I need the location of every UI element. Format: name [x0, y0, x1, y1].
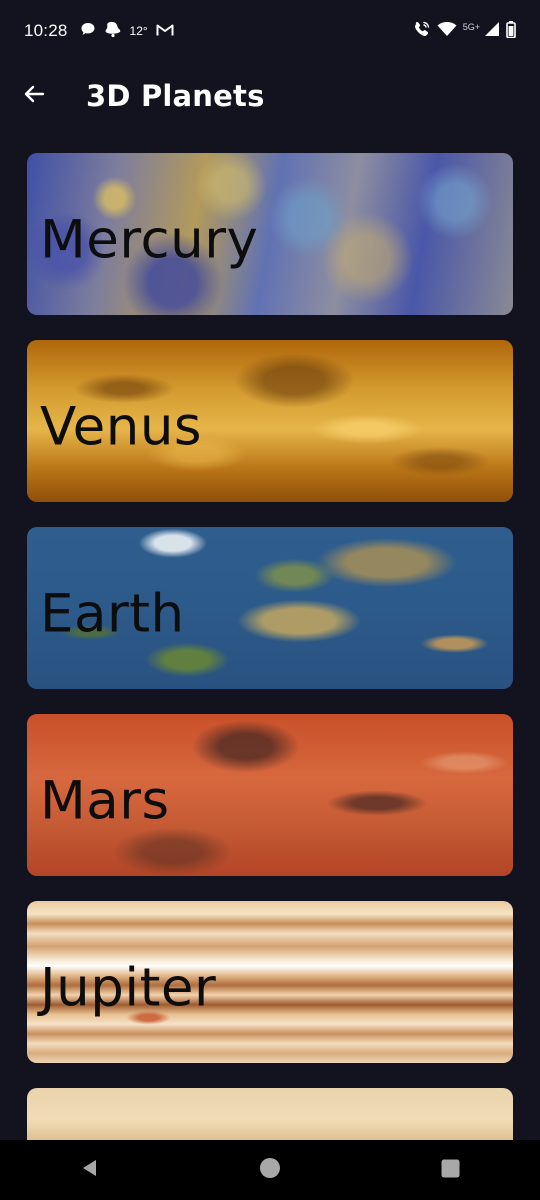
- status-system-icons: 5G+: [413, 20, 516, 42]
- planet-name: Mars: [40, 770, 170, 832]
- wifi-icon: [437, 21, 457, 41]
- planet-name: Venus: [40, 396, 203, 458]
- nav-back-button[interactable]: [60, 1140, 120, 1200]
- status-bar: 10:28 12° 5G+: [0, 0, 540, 62]
- nav-recents-button[interactable]: [420, 1140, 480, 1200]
- back-button[interactable]: [12, 74, 56, 118]
- planet-card-next[interactable]: [27, 1088, 513, 1140]
- planet-list[interactable]: Mercury Venus Earth Mars Jupiter: [27, 153, 513, 1140]
- app-bar: 3D Planets: [0, 62, 540, 130]
- planet-card-jupiter[interactable]: Jupiter: [27, 901, 513, 1063]
- chat-bubble-icon: [80, 21, 96, 41]
- notification-bell-icon: [104, 20, 122, 42]
- signal-icon: [484, 21, 500, 41]
- planet-name: Jupiter: [40, 957, 217, 1019]
- system-navigation-bar: [0, 1140, 540, 1200]
- gmail-icon: [156, 22, 174, 41]
- network-type-text: 5G+: [462, 22, 480, 32]
- wifi-calling-icon: [413, 20, 431, 42]
- page-title: 3D Planets: [86, 79, 265, 113]
- status-time: 10:28: [24, 21, 68, 40]
- planet-name: Earth: [40, 583, 185, 645]
- planet-card-mars[interactable]: Mars: [27, 714, 513, 876]
- nav-home-button[interactable]: [240, 1140, 300, 1200]
- status-notification-icons: 12°: [80, 20, 174, 42]
- planet-name: Mercury: [40, 209, 259, 271]
- temperature-text: 12°: [129, 24, 148, 38]
- arrow-left-icon: [22, 82, 46, 110]
- battery-icon: [506, 20, 516, 42]
- planet-card-venus[interactable]: Venus: [27, 340, 513, 502]
- back-triangle-icon: [80, 1158, 100, 1182]
- home-circle-icon: [259, 1157, 281, 1183]
- recents-square-icon: [441, 1159, 460, 1182]
- planet-card-mercury[interactable]: Mercury: [27, 153, 513, 315]
- planet-card-earth[interactable]: Earth: [27, 527, 513, 689]
